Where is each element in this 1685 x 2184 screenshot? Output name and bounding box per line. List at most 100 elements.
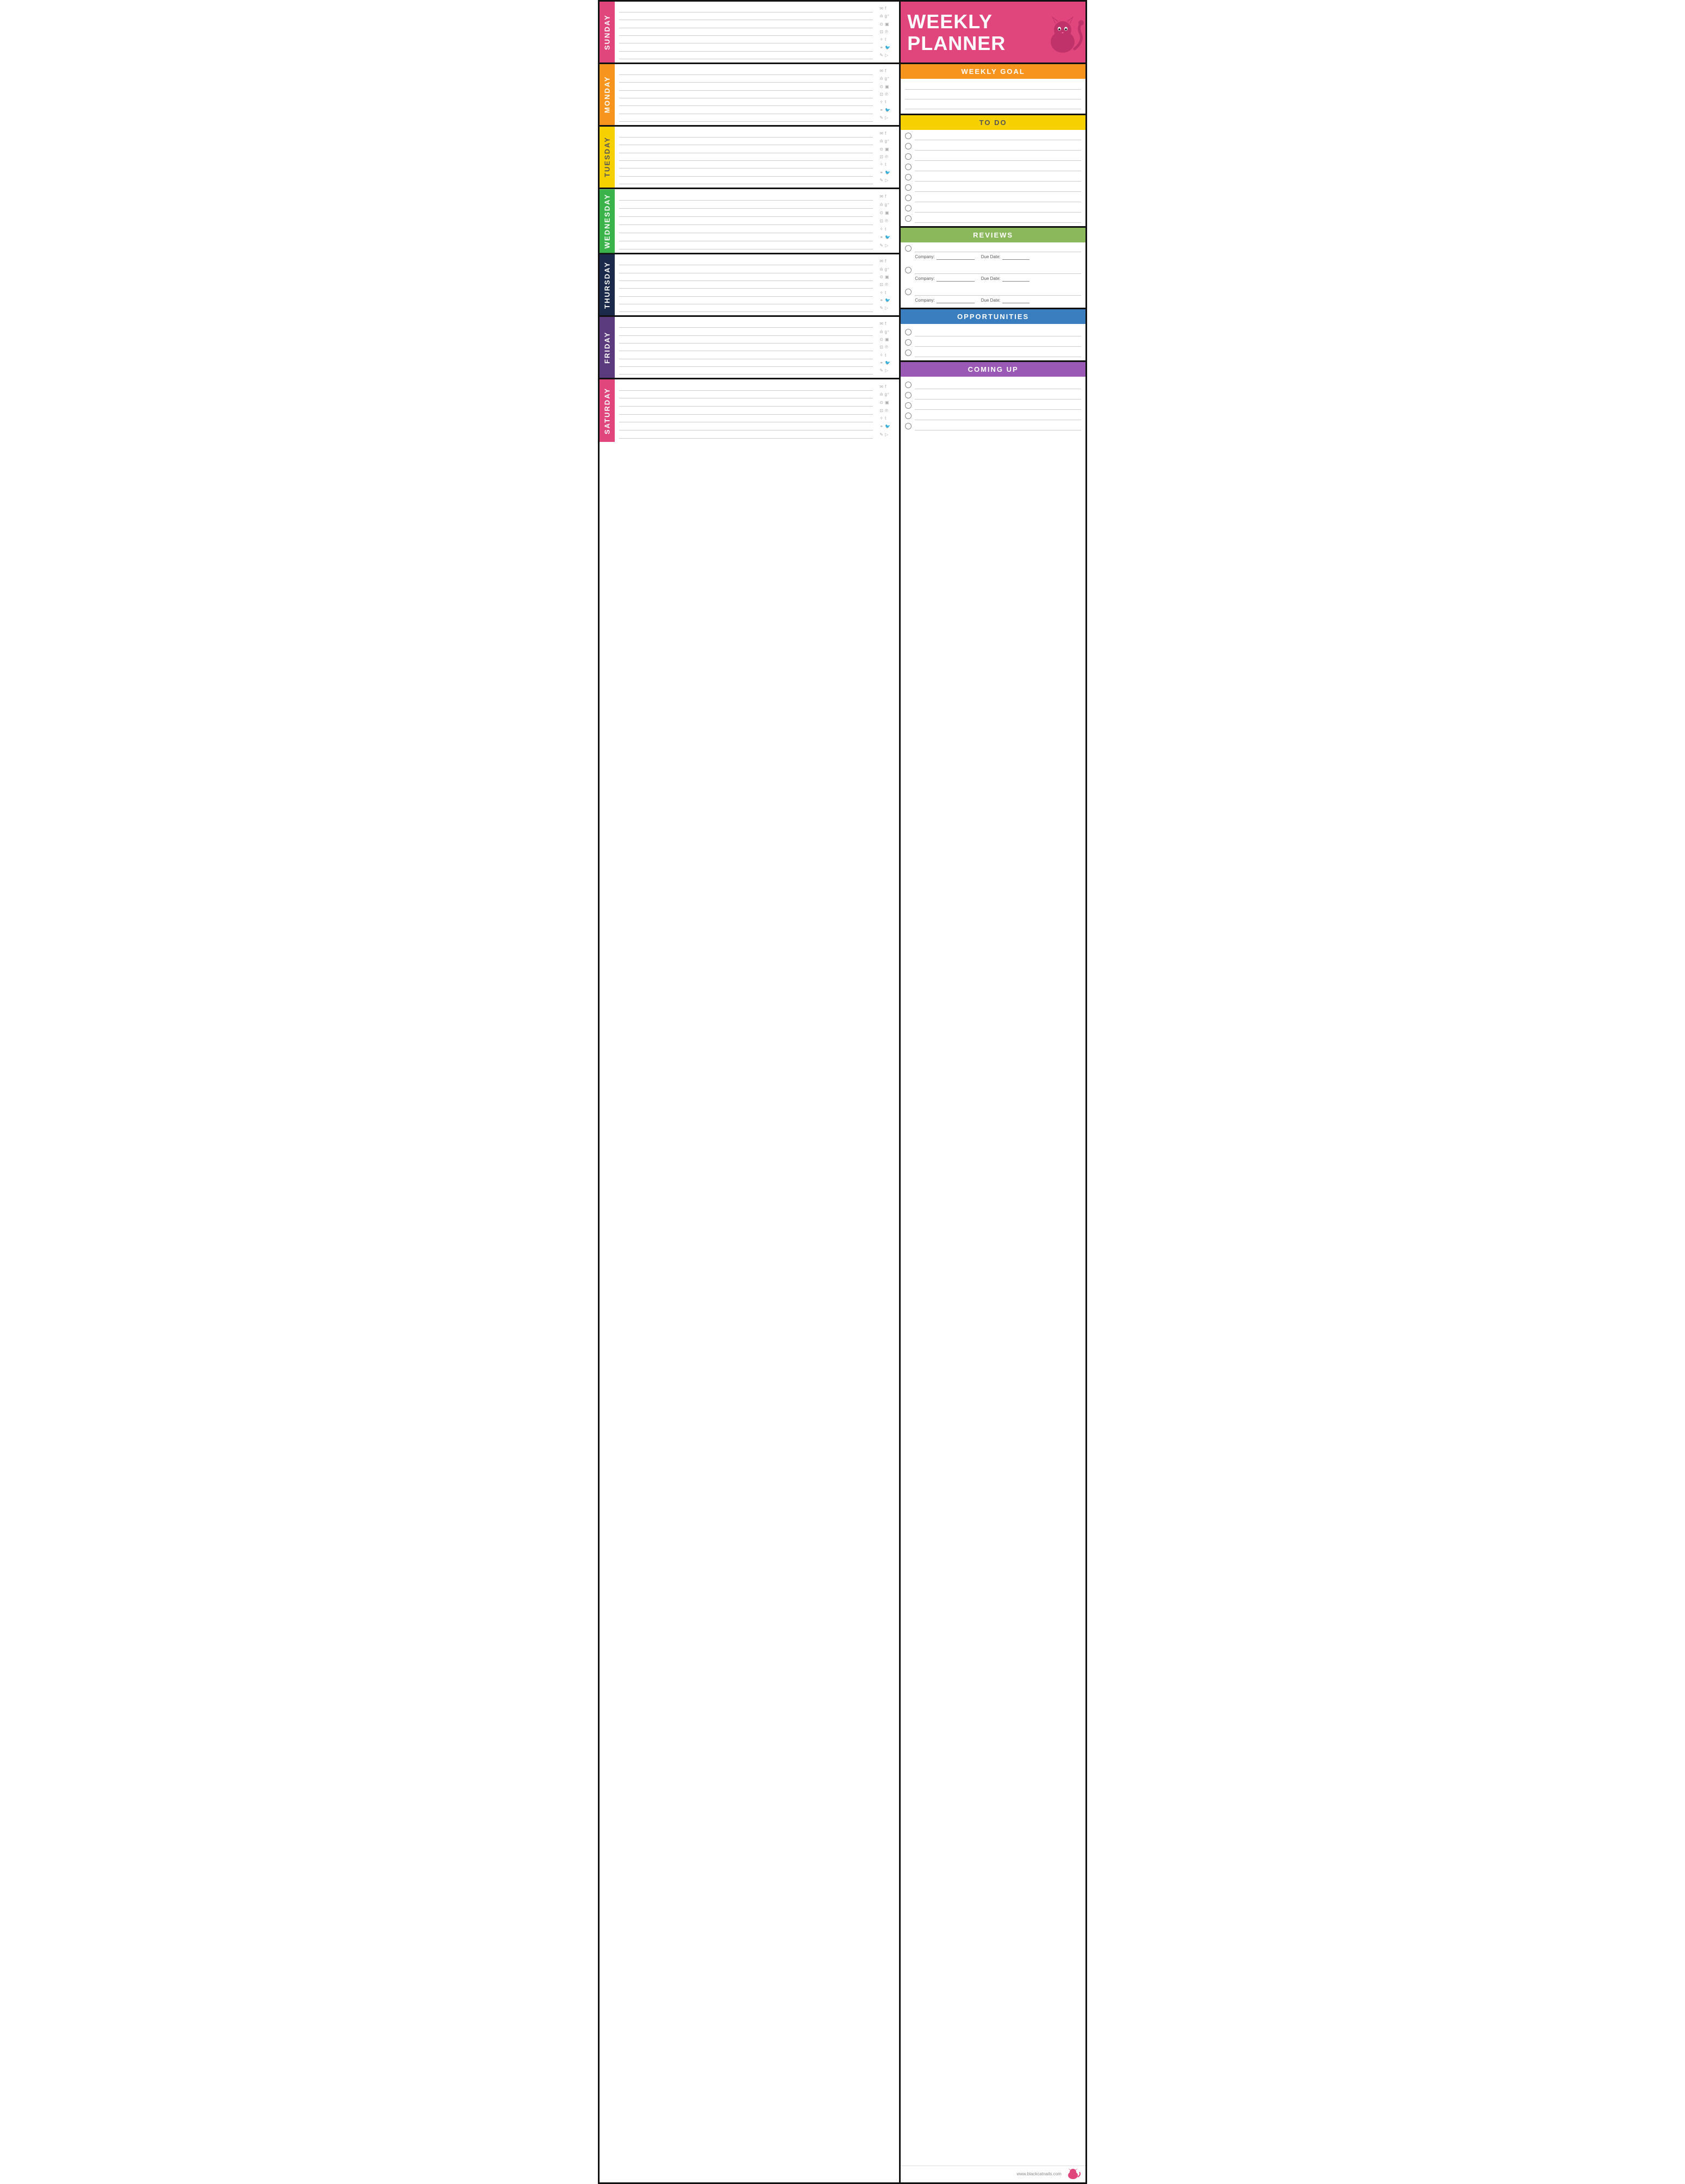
- day-line: [619, 75, 873, 83]
- day-line: [619, 336, 873, 344]
- instagram-icon: ▣: [885, 275, 889, 279]
- todo-input-line: [915, 204, 1081, 213]
- chart-icon: ılı: [879, 392, 883, 397]
- opportunity-item: [901, 347, 1085, 357]
- day-line: [619, 209, 873, 217]
- todo-checkbox[interactable]: [905, 164, 912, 170]
- twitter-icon: 🐦: [885, 108, 890, 113]
- todo-checkbox[interactable]: [905, 205, 912, 211]
- chart-icon: ılı: [879, 14, 883, 18]
- twitter-icon: 🐦: [885, 171, 890, 175]
- day-line: [619, 415, 873, 422]
- review-checkbox[interactable]: [905, 245, 912, 252]
- rss-icon: ⊙: [879, 401, 883, 405]
- email-icon: ✉: [879, 195, 883, 199]
- sunday-block: SUNDAY ✉f ılıg⁺ ⊙▣ ⊡℗ ✧t ⚭🐦 ✎▷: [600, 2, 899, 64]
- day-line: [619, 193, 873, 201]
- rss-icon: ⊙: [879, 338, 883, 342]
- todo-checkbox[interactable]: [905, 195, 912, 201]
- coming-up-checkbox[interactable]: [905, 402, 912, 409]
- day-line: [619, 352, 873, 359]
- day-line: [619, 266, 873, 273]
- wednesday-lines: [615, 189, 877, 253]
- gplus-icon: g⁺: [885, 139, 890, 143]
- coming-up-checkbox[interactable]: [905, 382, 912, 388]
- todo-checkbox[interactable]: [905, 133, 912, 139]
- review-checkbox[interactable]: [905, 289, 912, 295]
- icon-pair: ✉f: [879, 322, 886, 326]
- edit-icon: ✎: [879, 116, 883, 120]
- day-line: [619, 138, 873, 145]
- pinterest-icon: ℗: [885, 283, 888, 287]
- icon-pair: ⊙▣: [879, 85, 889, 89]
- todo-item: [901, 192, 1085, 202]
- coming-up-items: [901, 377, 1085, 434]
- due-label: Due Date:: [981, 276, 1001, 281]
- todo-item: [901, 213, 1085, 223]
- tumblr-icon: t: [885, 100, 886, 104]
- todo-checkbox[interactable]: [905, 215, 912, 222]
- cat-svg: [1041, 14, 1084, 57]
- edit-icon: ✎: [879, 306, 883, 310]
- todo-checkbox[interactable]: [905, 143, 912, 149]
- todo-checkbox[interactable]: [905, 184, 912, 191]
- day-line: [619, 226, 873, 233]
- day-line: [619, 114, 873, 122]
- facebook-icon: f: [885, 322, 886, 326]
- todo-item: [901, 182, 1085, 192]
- day-line: [619, 258, 873, 265]
- icon-pair: ⊙▣: [879, 22, 889, 27]
- icon-pair: ⊙▣: [879, 338, 889, 342]
- email-icon: ✉: [879, 259, 883, 264]
- twitter-icon: 🐦: [885, 425, 890, 429]
- email-icon: ✉: [879, 7, 883, 11]
- day-line: [619, 21, 873, 28]
- opportunities-items: [901, 324, 1085, 360]
- company-input-line: [937, 275, 975, 282]
- due-label: Due Date:: [981, 254, 1001, 259]
- rss-icon: ⊙: [879, 211, 883, 215]
- review-bottom-row: Company: Due Date:: [905, 297, 1081, 303]
- opportunity-checkbox[interactable]: [905, 339, 912, 346]
- opportunity-checkbox[interactable]: [905, 329, 912, 335]
- coming-up-checkbox[interactable]: [905, 392, 912, 398]
- review-checkbox[interactable]: [905, 267, 912, 273]
- opportunity-checkbox[interactable]: [905, 350, 912, 356]
- todo-checkbox[interactable]: [905, 174, 912, 180]
- link-icon: ⚭: [879, 361, 883, 365]
- saturday-icons: ✉f ılıg⁺ ⊙▣ ⊡℗ ✧t ⚭🐦 ✎▷: [877, 379, 899, 442]
- day-line: [619, 107, 873, 114]
- icon-pair: ⊡℗: [879, 219, 888, 223]
- tuesday-block: TUESDAY ✉f ılıg⁺ ⊙▣ ⊡℗ ✧t ⚭🐦 ✎▷: [600, 127, 899, 189]
- todo-input-line: [915, 173, 1081, 182]
- day-line: [619, 169, 873, 177]
- day-line: [619, 201, 873, 209]
- todo-checkbox[interactable]: [905, 153, 912, 160]
- coming-up-line: [915, 380, 1081, 389]
- wednesday-block: WEDNESDAY ✉f ılıg⁺ ⊙▣ ⊡℗ ✧t ⚭🐦 ✎▷: [600, 189, 899, 254]
- day-line: [619, 36, 873, 43]
- coming-up-checkbox[interactable]: [905, 413, 912, 419]
- icon-pair: ✉f: [879, 132, 886, 136]
- trash-icon: ⊡: [879, 155, 883, 159]
- email-icon: ✉: [879, 132, 883, 136]
- youtube-icon: ▷: [885, 244, 888, 248]
- instagram-icon: ▣: [885, 401, 889, 405]
- pinterest-icon: ℗: [885, 92, 888, 97]
- coming-up-checkbox[interactable]: [905, 423, 912, 429]
- icon-pair: ✉f: [879, 7, 886, 11]
- saturday-label: SATURDAY: [600, 379, 615, 442]
- day-line: [619, 289, 873, 297]
- coming-up-line: [915, 411, 1081, 420]
- facebook-icon: f: [885, 259, 886, 264]
- icon-pair: ✧t: [879, 38, 886, 42]
- icon-pair: ✎▷: [879, 306, 888, 310]
- icon-pair: ⊙▣: [879, 401, 889, 405]
- pinterest-icon: ℗: [885, 30, 888, 34]
- day-line: [619, 273, 873, 281]
- review-company-field: Company:: [915, 275, 974, 282]
- icon-pair: ✎▷: [879, 116, 888, 120]
- email-icon: ✉: [879, 69, 883, 73]
- icon-pair: ✎▷: [879, 433, 888, 437]
- day-line: [619, 67, 873, 75]
